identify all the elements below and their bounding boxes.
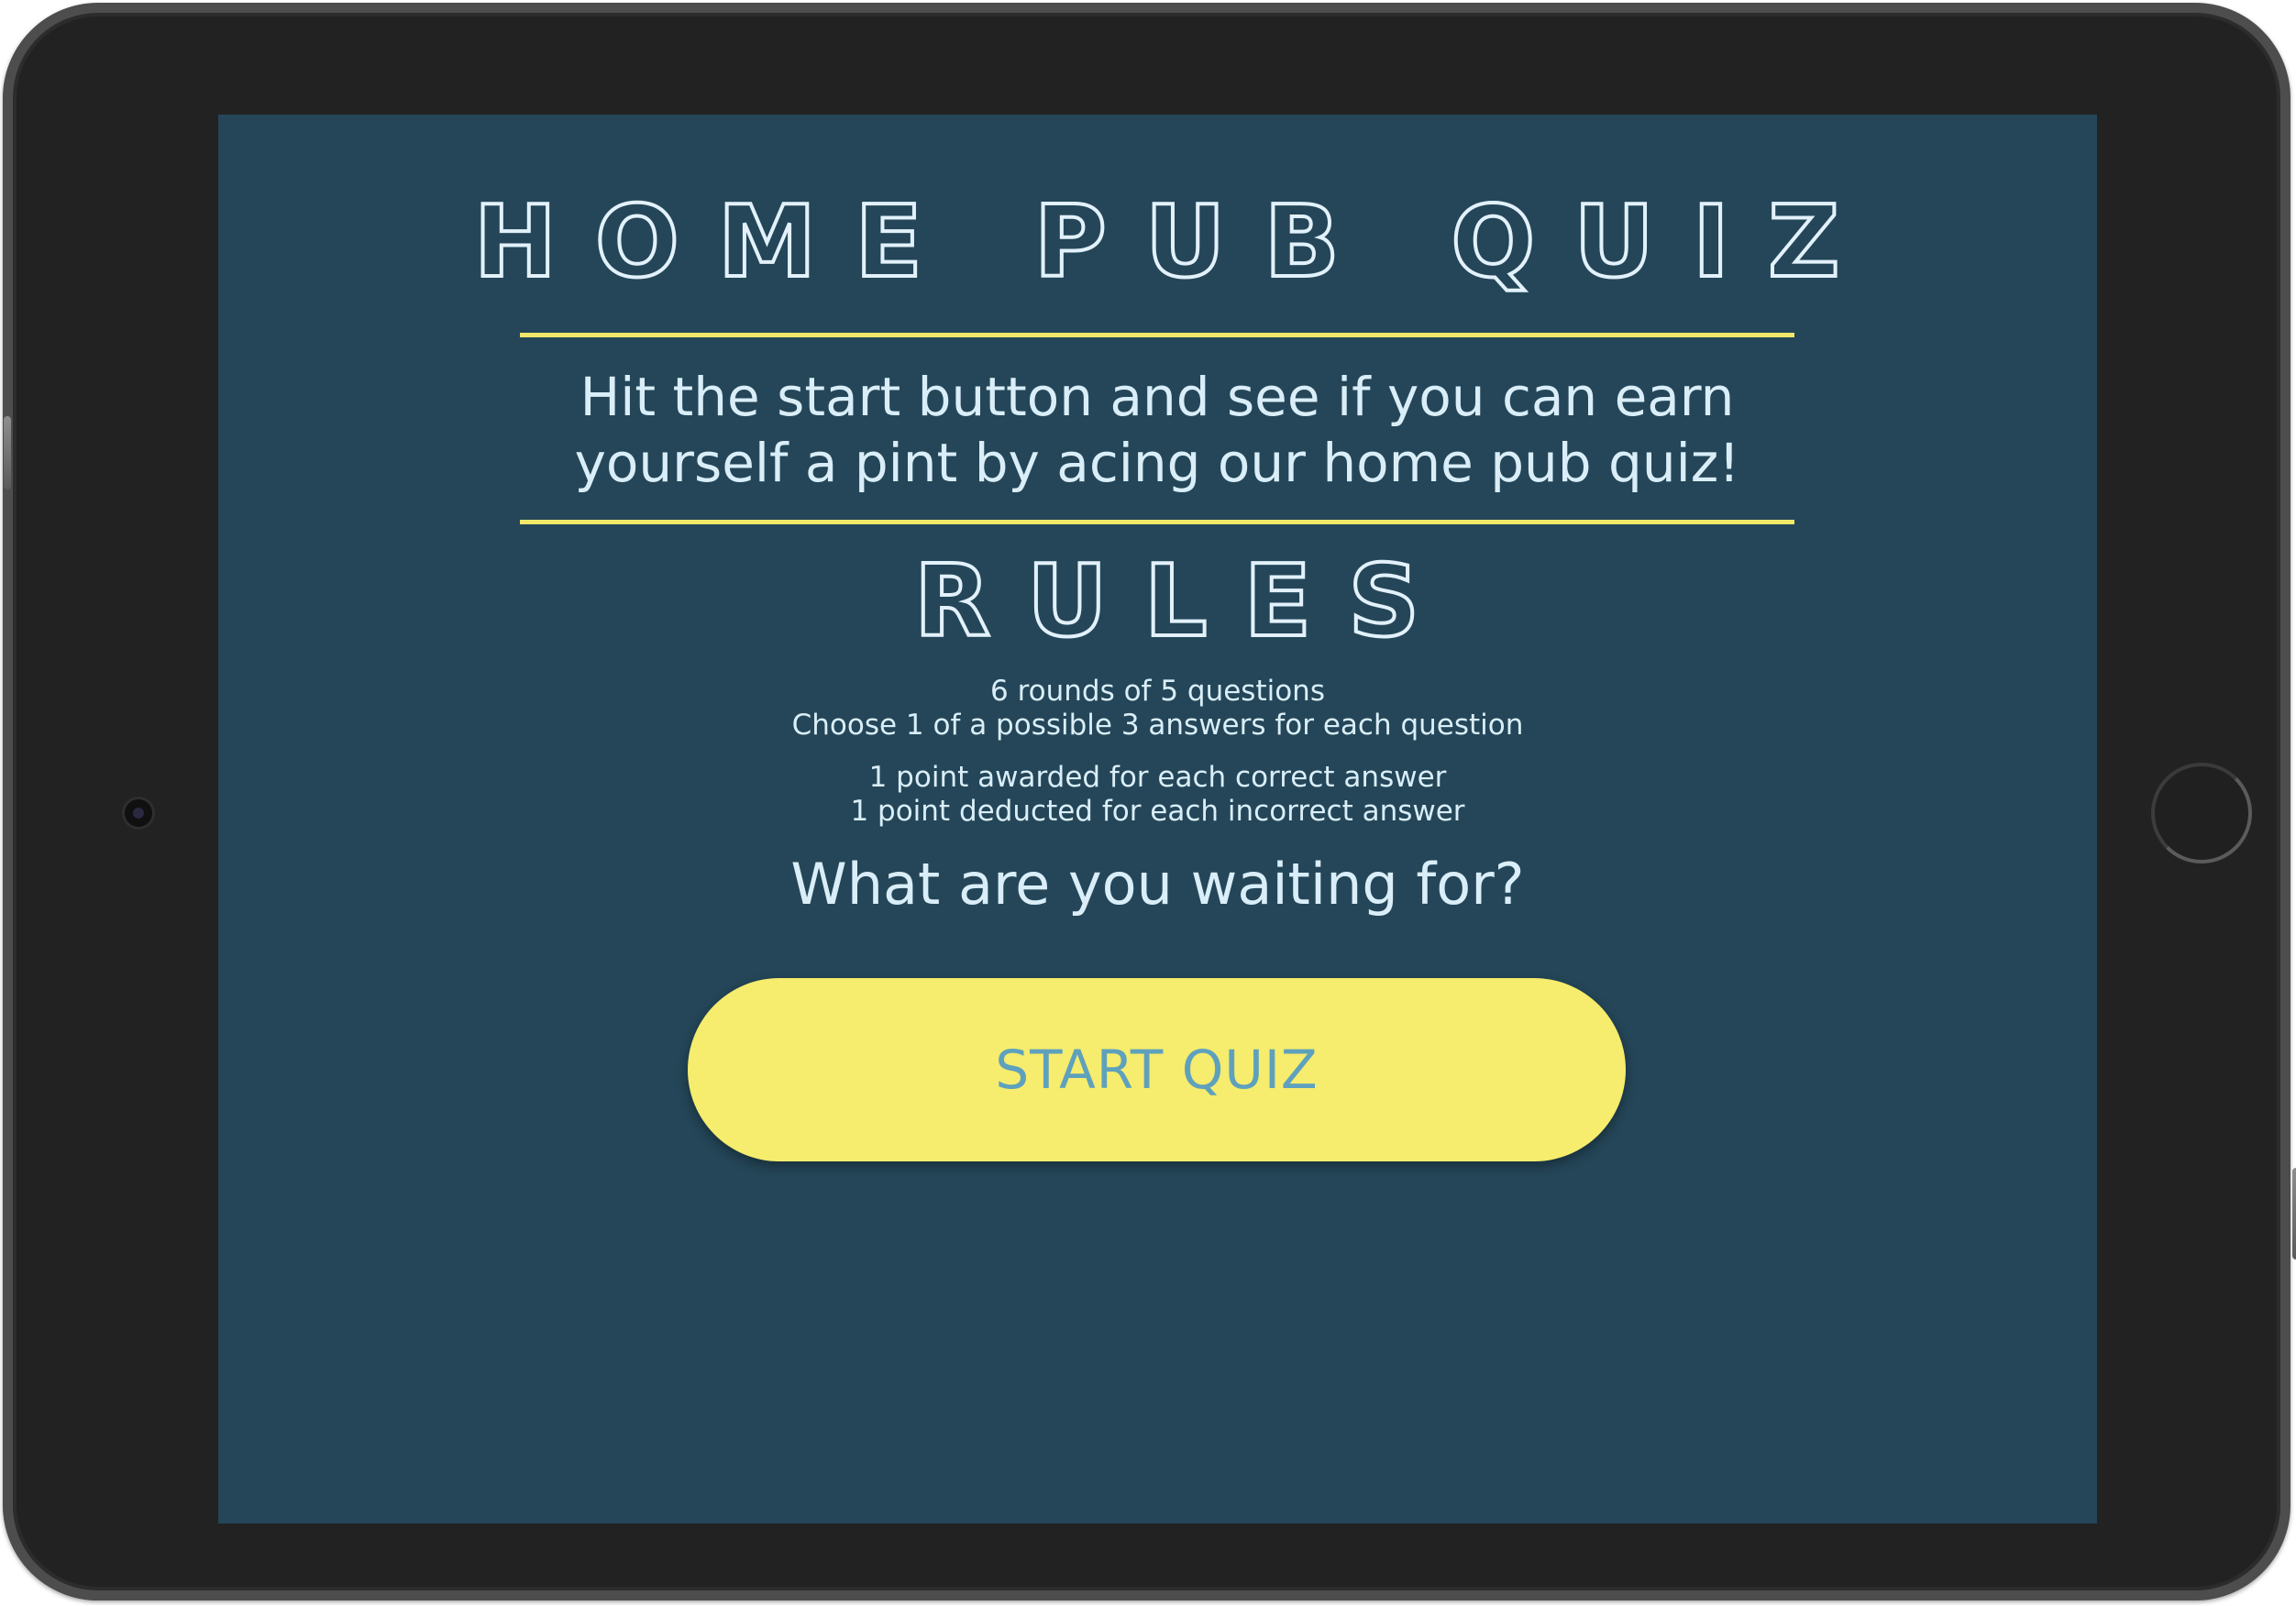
intro-line-2: yourself a pint by acing our home pub qu… bbox=[574, 432, 1740, 494]
rules-group-format: 6 rounds of 5 questions Choose 1 of a po… bbox=[218, 675, 2097, 742]
front-camera bbox=[125, 799, 152, 827]
start-quiz-button[interactable]: START QUIZ bbox=[688, 978, 1626, 1161]
side-key-lower bbox=[2292, 1168, 2296, 1260]
intro-line-1: Hit the start button and see if you can … bbox=[580, 366, 1735, 428]
quiz-title: HOME PUB QUIZ bbox=[472, 183, 1879, 302]
app-screen: HOME PUB QUIZ Hit the start button and s… bbox=[218, 115, 2097, 1524]
side-key-upper bbox=[4, 416, 11, 490]
divider-bottom bbox=[520, 520, 1794, 524]
rule-item: 6 rounds of 5 questions bbox=[990, 675, 1325, 708]
home-button[interactable] bbox=[2151, 763, 2252, 864]
intro-text: Hit the start button and see if you can … bbox=[520, 364, 1794, 496]
call-to-action-text: What are you waiting for? bbox=[790, 851, 1525, 918]
rule-item: 1 point deducted for each incorrect answ… bbox=[850, 795, 1465, 828]
divider-top bbox=[520, 333, 1794, 337]
rule-item: 1 point awarded for each correct answer bbox=[868, 761, 1447, 794]
rule-item: Choose 1 of a possible 3 answers for eac… bbox=[791, 709, 1524, 742]
rules-heading: RULES bbox=[912, 543, 1457, 661]
rules-group-scoring: 1 point awarded for each correct answer … bbox=[218, 761, 2097, 829]
tablet-device-frame: HOME PUB QUIZ Hit the start button and s… bbox=[3, 3, 2296, 1600]
